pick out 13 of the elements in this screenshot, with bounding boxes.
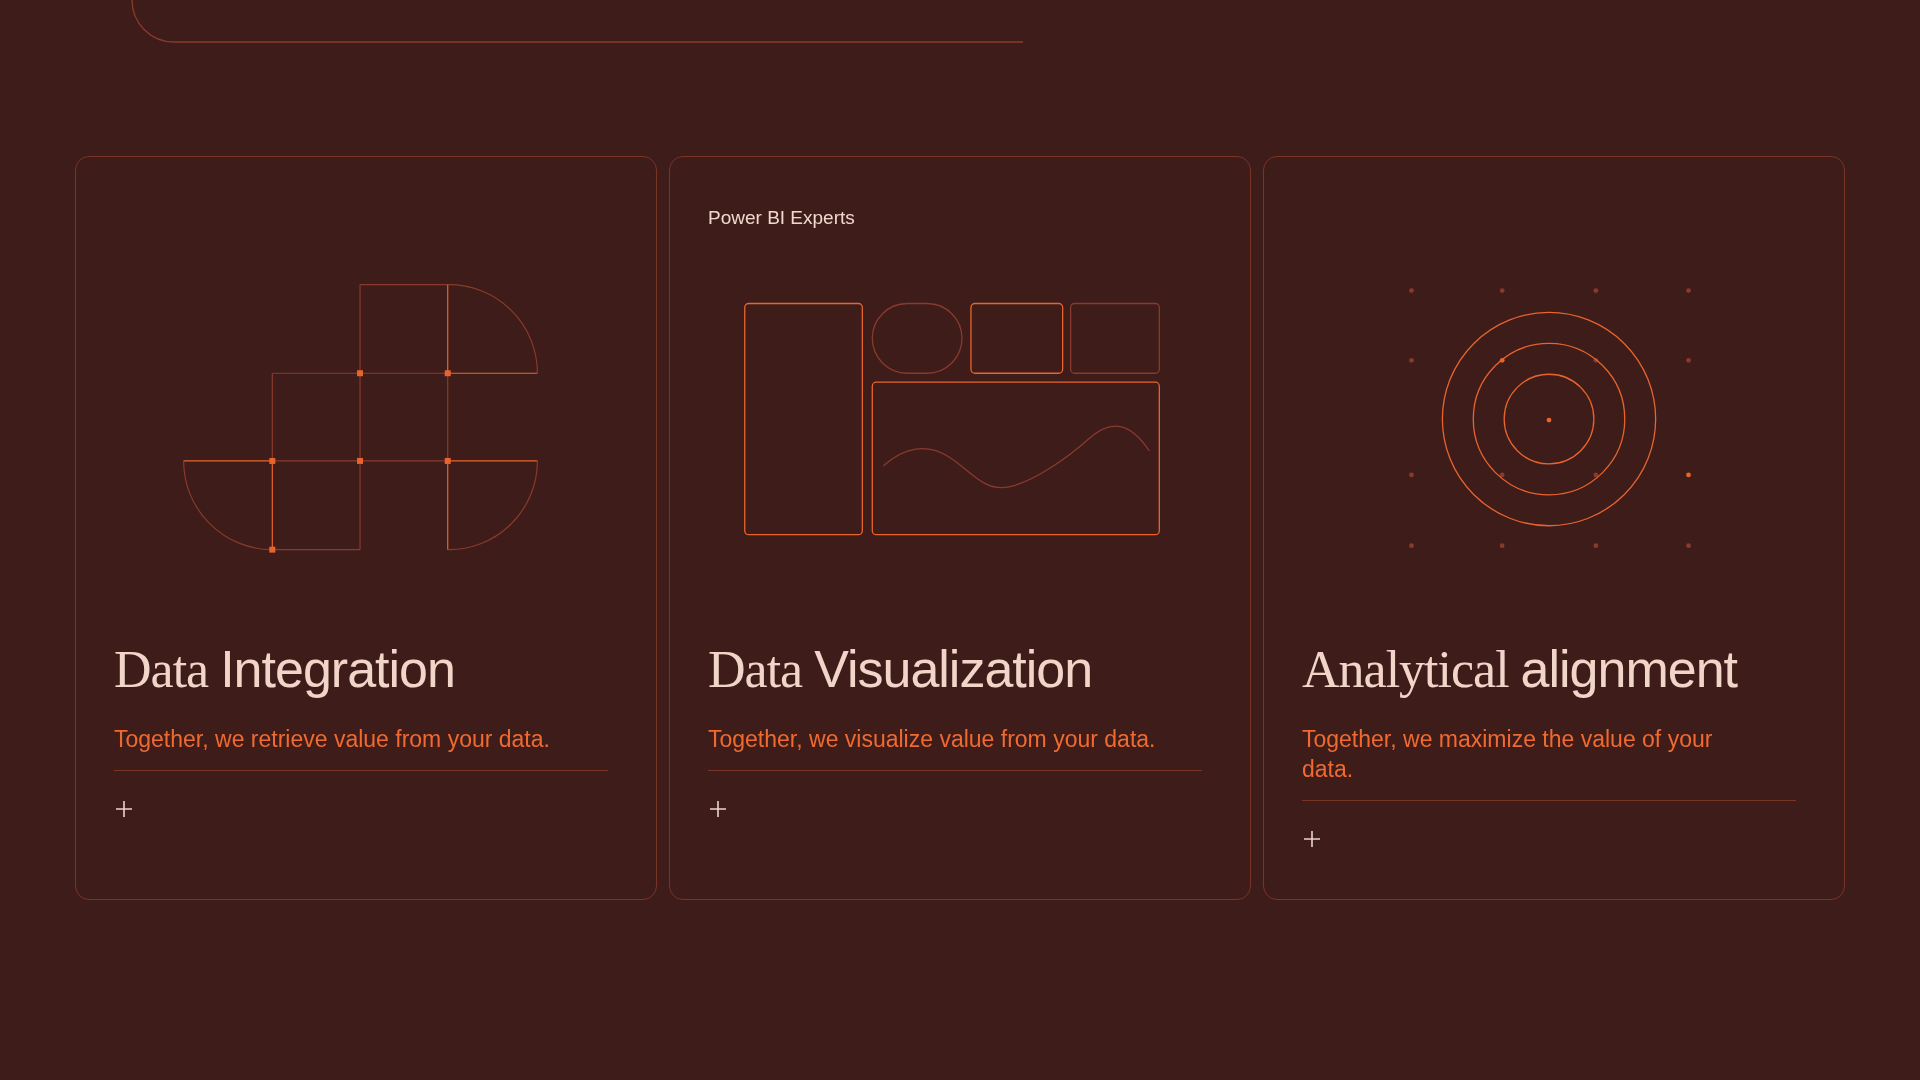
card-description: Together, we retrieve value from your data.: [114, 725, 551, 754]
expand-button[interactable]: [1302, 829, 1322, 849]
card-title: Data Visualization: [708, 639, 1094, 700]
expand-button[interactable]: [114, 799, 134, 819]
card-title: Analytical alignment: [1302, 639, 1739, 700]
expand-button[interactable]: [708, 799, 728, 819]
plus-icon: [1302, 829, 1322, 849]
card-title: Data Integration: [114, 639, 456, 700]
plus-icon: [708, 799, 728, 819]
plus-icon: [114, 799, 134, 819]
card-description: Together, we maximize the value of your data.: [1302, 725, 1714, 784]
card-eyebrow: Power BI Experts: [708, 207, 855, 228]
card-description: Together, we visualize value from your data.: [708, 725, 1157, 754]
